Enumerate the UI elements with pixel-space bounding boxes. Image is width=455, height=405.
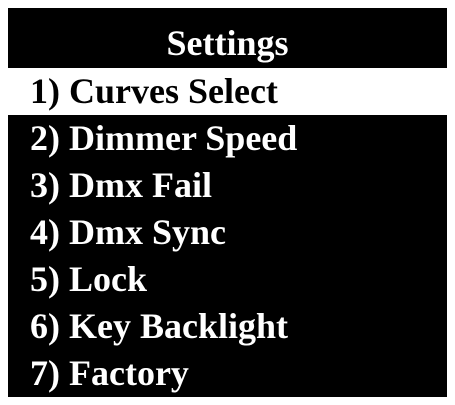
menu-title: Settings [166,23,289,63]
menu-item-lock[interactable]: 5) Lock [8,256,447,303]
menu-item-dmx-fail[interactable]: 3) Dmx Fail [8,162,447,209]
menu-item-dimmer-speed[interactable]: 2) Dimmer Speed [8,115,447,162]
menu-item-dmx-sync[interactable]: 4) Dmx Sync [8,209,447,256]
menu-item-curves-select[interactable]: 1) Curves Select [8,68,447,115]
lcd-screen: Settings 1) Curves Select 2) Dimmer Spee… [8,8,447,397]
settings-menu: 1) Curves Select 2) Dimmer Speed 3) Dmx … [8,68,447,397]
menu-item-factory[interactable]: 7) Factory [8,350,447,397]
menu-item-key-backlight[interactable]: 6) Key Backlight [8,303,447,350]
